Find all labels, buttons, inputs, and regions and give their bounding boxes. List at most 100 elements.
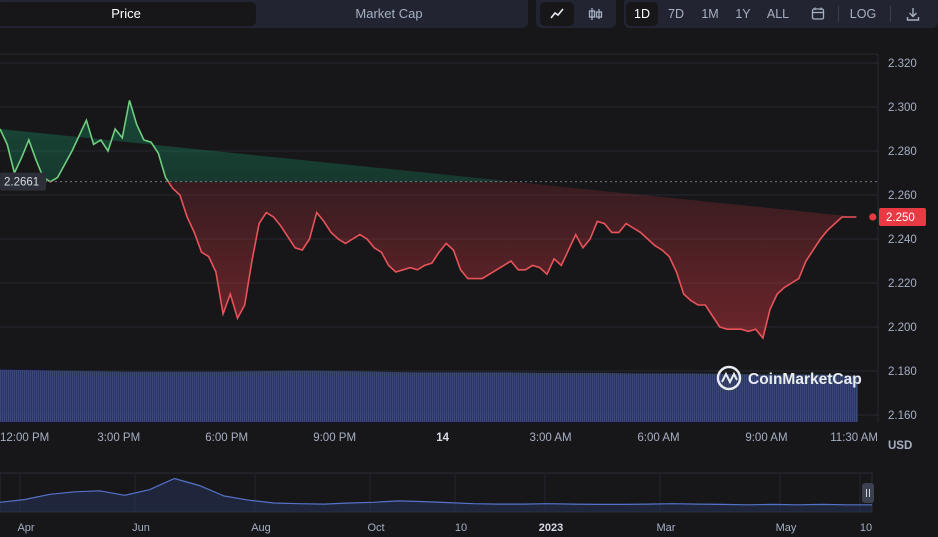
volume-bar bbox=[210, 371, 212, 422]
volume-bar bbox=[218, 371, 220, 422]
price-area bbox=[0, 100, 857, 338]
volume-bar bbox=[274, 370, 276, 422]
volume-bar bbox=[368, 371, 370, 422]
volume-bar bbox=[326, 370, 328, 422]
volume-bar bbox=[332, 370, 334, 422]
volume-bar bbox=[50, 370, 52, 422]
volume-bar bbox=[184, 371, 186, 422]
volume-bar bbox=[258, 371, 260, 422]
volume-bar bbox=[698, 373, 700, 422]
volume-bar bbox=[556, 372, 558, 422]
volume-bar bbox=[346, 371, 348, 422]
navigator-handle[interactable] bbox=[862, 483, 874, 503]
volume-bar bbox=[278, 370, 280, 422]
volume-bar bbox=[112, 371, 114, 422]
volume-bar bbox=[264, 371, 266, 422]
volume-bar bbox=[494, 372, 496, 422]
volume-bar bbox=[74, 370, 76, 422]
y-tick-label: 2.180 bbox=[888, 366, 917, 378]
volume-bar bbox=[130, 371, 132, 422]
volume-bar bbox=[334, 370, 336, 422]
volume-bar bbox=[616, 373, 618, 422]
volume-bar bbox=[526, 372, 528, 422]
volume-bar bbox=[44, 370, 46, 422]
volume-bar bbox=[248, 371, 250, 422]
volume-bar bbox=[16, 369, 18, 422]
volume-bar bbox=[96, 371, 98, 422]
volume-bar bbox=[724, 373, 726, 422]
volume-bar bbox=[330, 370, 332, 422]
price-chart[interactable]: 2.2661 2.250 2.3202.3002.2802.2602.2402.… bbox=[0, 0, 938, 537]
volume-bar bbox=[216, 371, 218, 422]
volume-bar bbox=[562, 372, 564, 422]
volume-bar bbox=[290, 370, 292, 422]
volume-bar bbox=[594, 372, 596, 422]
volume-bar bbox=[430, 372, 432, 422]
volume-bar bbox=[242, 371, 244, 422]
volume-bar bbox=[28, 370, 30, 422]
volume-bar bbox=[354, 371, 356, 422]
volume-bar bbox=[244, 371, 246, 422]
volume-bar bbox=[18, 369, 20, 422]
volume-bar bbox=[266, 371, 268, 422]
volume-bar bbox=[84, 371, 86, 422]
volume-bar bbox=[122, 371, 124, 422]
navigator-area bbox=[0, 478, 872, 512]
volume-bar bbox=[576, 372, 578, 422]
volume-bar bbox=[484, 372, 486, 422]
volume-bar bbox=[286, 370, 288, 422]
volume-bar bbox=[270, 370, 272, 422]
volume-bar bbox=[360, 371, 362, 422]
volume-bar bbox=[396, 372, 398, 422]
volume-bar bbox=[192, 371, 194, 422]
current-price-label: 2.250 bbox=[879, 208, 926, 226]
volume-bar bbox=[190, 371, 192, 422]
volume-bar bbox=[306, 370, 308, 422]
volume-bar bbox=[624, 373, 626, 422]
volume-bar bbox=[420, 372, 422, 422]
navigator-tick-label: 10 bbox=[860, 522, 872, 534]
volume-bar bbox=[566, 372, 568, 422]
navigator[interactable]: Apr Jun Aug Oct 10 2023 Mar May 10 bbox=[0, 472, 874, 534]
volume-bar bbox=[370, 371, 372, 422]
volume-bar bbox=[410, 372, 412, 422]
volume-bar bbox=[250, 371, 252, 422]
volume-bars bbox=[0, 369, 858, 422]
volume-bar bbox=[320, 370, 322, 422]
volume-bar bbox=[654, 373, 656, 422]
volume-bar bbox=[628, 373, 630, 422]
volume-bar bbox=[700, 373, 702, 422]
volume-bar bbox=[482, 372, 484, 422]
volume-bar bbox=[610, 373, 612, 422]
volume-bar bbox=[474, 372, 476, 422]
volume-bar bbox=[94, 371, 96, 422]
x-tick-label: 12:00 PM bbox=[0, 432, 49, 444]
volume-bar bbox=[166, 371, 168, 422]
volume-bar bbox=[720, 373, 722, 422]
volume-bar bbox=[536, 372, 538, 422]
reference-price-text: 2.2661 bbox=[4, 177, 39, 189]
x-tick-label: 3:00 PM bbox=[97, 432, 140, 444]
y-tick-label: 2.280 bbox=[888, 146, 917, 158]
volume-bar bbox=[712, 373, 714, 422]
volume-bar bbox=[516, 372, 518, 422]
volume-bar bbox=[648, 373, 650, 422]
volume-bar bbox=[424, 372, 426, 422]
volume-bar bbox=[414, 372, 416, 422]
volume-bar bbox=[100, 371, 102, 422]
volume-bar bbox=[532, 372, 534, 422]
volume-bar bbox=[416, 372, 418, 422]
y-tick-label: 2.320 bbox=[888, 58, 917, 70]
volume-bar bbox=[448, 372, 450, 422]
volume-bar bbox=[202, 371, 204, 422]
volume-bar bbox=[12, 369, 14, 422]
volume-bar bbox=[596, 372, 598, 422]
volume-bar bbox=[180, 371, 182, 422]
volume-bar bbox=[504, 372, 506, 422]
volume-bar bbox=[644, 373, 646, 422]
volume-bar bbox=[276, 370, 278, 422]
volume-bar bbox=[378, 371, 380, 422]
volume-bar bbox=[676, 373, 678, 422]
volume-bar bbox=[606, 372, 608, 422]
volume-bar bbox=[572, 372, 574, 422]
